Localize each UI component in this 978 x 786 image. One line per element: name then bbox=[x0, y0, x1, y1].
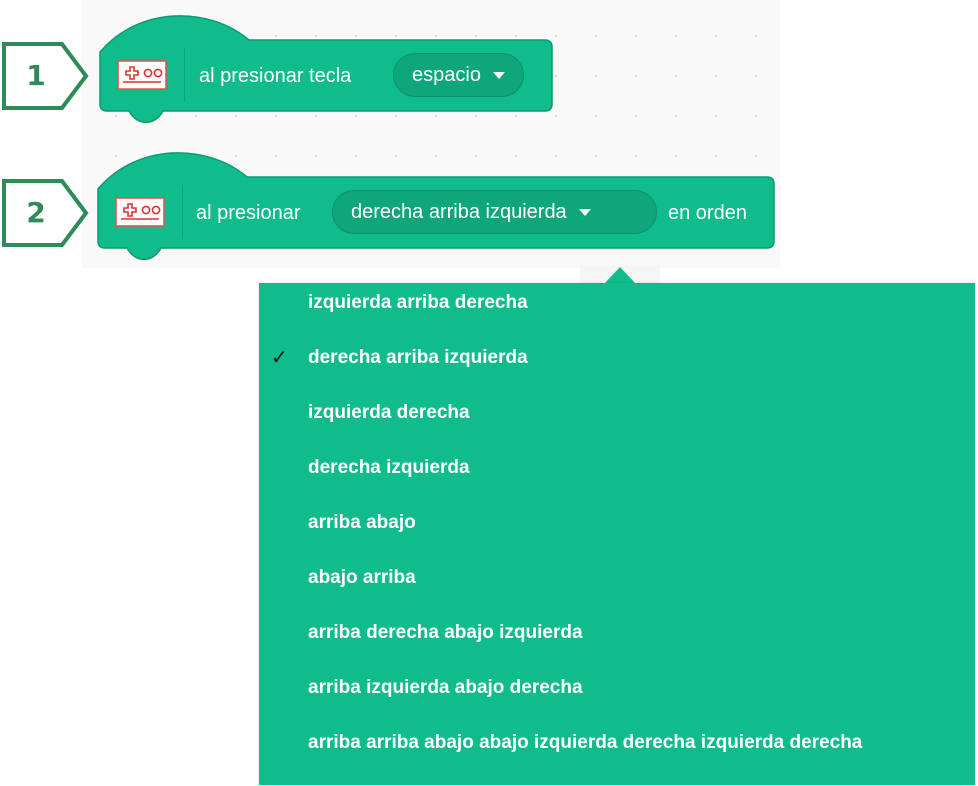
menu-item-label: arriba arriba abajo abajo izquierda dere… bbox=[308, 732, 863, 753]
menu-item-label: derecha arriba izquierda bbox=[308, 347, 528, 368]
menu-item[interactable]: arriba arriba abajo abajo izquierda dere… bbox=[259, 725, 975, 780]
sequence-dropdown-menu: izquierda arriba derecha ✓ derecha arrib… bbox=[259, 283, 975, 785]
menu-item-label: izquierda derecha bbox=[308, 402, 470, 423]
block-label: al presionar bbox=[196, 202, 301, 224]
callout-number: 2 bbox=[26, 196, 46, 229]
key-dropdown-value: espacio bbox=[412, 63, 481, 86]
menu-item-label: derecha izquierda bbox=[308, 457, 470, 478]
chevron-down-icon bbox=[492, 71, 505, 79]
menu-item[interactable]: arriba abajo bbox=[259, 505, 975, 560]
menu-item-label: abajo arriba bbox=[308, 567, 416, 588]
callout-2: 2 bbox=[0, 177, 92, 249]
callout-number: 1 bbox=[26, 59, 46, 92]
block-divider bbox=[182, 185, 183, 239]
menu-item-label: izquierda arriba derecha bbox=[308, 292, 528, 313]
menu-pointer bbox=[580, 266, 660, 284]
menu-item[interactable]: izquierda arriba derecha bbox=[259, 285, 975, 340]
checkmark-icon: ✓ bbox=[271, 347, 288, 369]
block-divider bbox=[184, 48, 185, 102]
hat-block-key-sequence[interactable]: al presionar derecha arriba izquierda en… bbox=[97, 151, 777, 263]
menu-item[interactable]: arriba izquierda abajo derecha bbox=[259, 670, 975, 725]
sequence-dropdown-value: derecha arriba izquierda bbox=[351, 200, 567, 223]
controller-extension-icon bbox=[117, 60, 167, 90]
callout-1: 1 bbox=[0, 40, 92, 112]
menu-item-selected[interactable]: ✓ derecha arriba izquierda bbox=[259, 340, 975, 395]
hat-block-key-press[interactable]: al presionar tecla espacio bbox=[99, 14, 555, 126]
menu-item-label: arriba izquierda abajo derecha bbox=[308, 677, 583, 698]
controller-extension-icon bbox=[115, 197, 165, 227]
menu-item-label: arriba derecha abajo izquierda bbox=[308, 622, 583, 643]
menu-item[interactable]: izquierda derecha bbox=[259, 395, 975, 450]
sequence-dropdown[interactable]: derecha arriba izquierda bbox=[332, 190, 657, 234]
chevron-down-icon bbox=[578, 208, 591, 216]
key-dropdown[interactable]: espacio bbox=[393, 53, 524, 97]
menu-item[interactable]: arriba derecha abajo izquierda bbox=[259, 615, 975, 670]
stage: 1 2 al presionar tecla espacio al presio… bbox=[0, 0, 978, 786]
menu-item[interactable]: derecha izquierda bbox=[259, 450, 975, 505]
menu-item[interactable]: abajo arriba bbox=[259, 560, 975, 615]
block-label: al presionar tecla bbox=[199, 65, 352, 87]
menu-item-label: arriba abajo bbox=[308, 512, 416, 533]
block-suffix-label: en orden bbox=[668, 202, 747, 224]
